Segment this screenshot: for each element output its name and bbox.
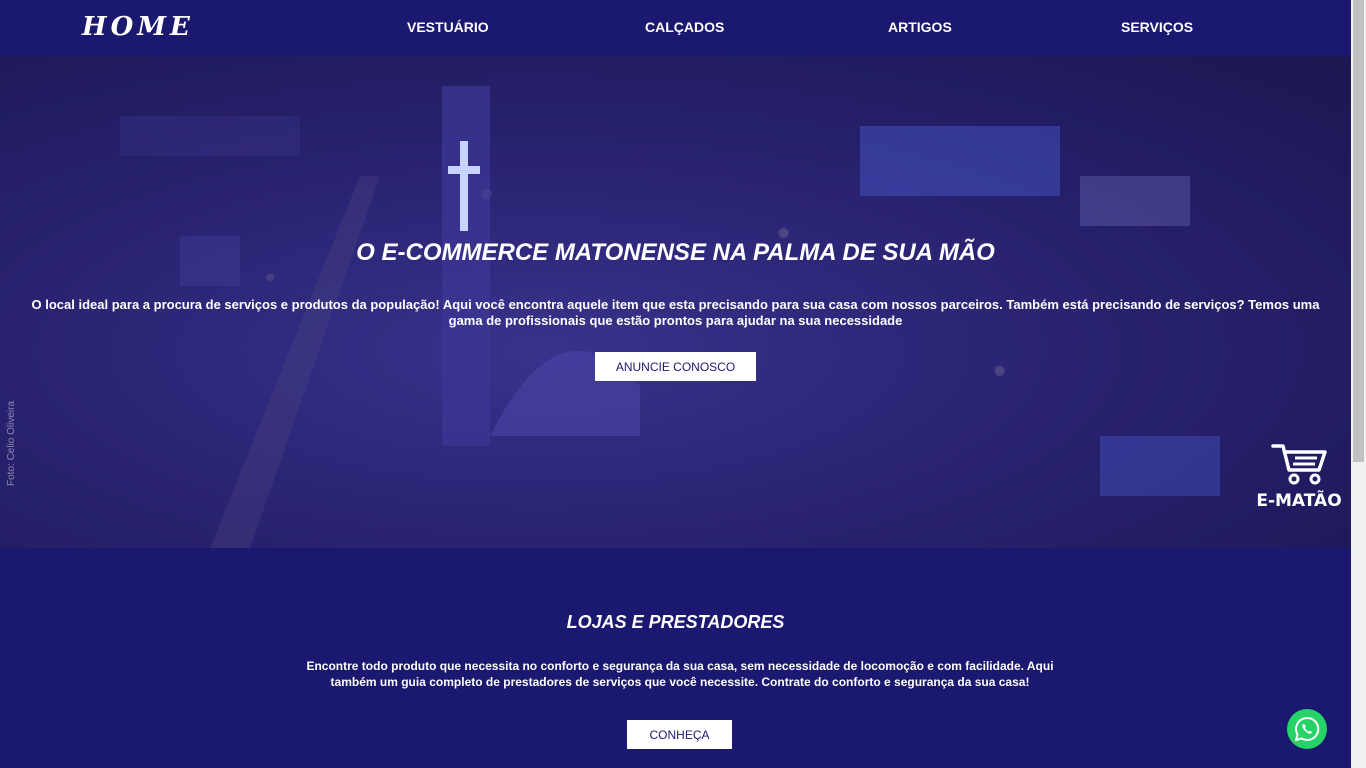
hero-description: O local ideal para a procura de serviços… xyxy=(31,297,1320,328)
shopping-cart-icon xyxy=(1271,444,1327,485)
logo-text: E-MATÃO xyxy=(1256,491,1342,511)
scrollbar-thumb[interactable] xyxy=(1353,0,1364,462)
anuncie-conosco-button[interactable]: ANUNCIE CONOSCO xyxy=(595,352,756,381)
conheca-button[interactable]: CONHEÇA xyxy=(627,720,732,749)
navbar: HOME VESTUÁRIO CALÇADOS ARTIGOS SERVIÇOS xyxy=(0,0,1351,56)
whatsapp-button[interactable] xyxy=(1287,709,1327,749)
hero-title: O E-COMMERCE MATONENSE NA PALMA DE SUA M… xyxy=(356,239,995,266)
nav-link-servicos[interactable]: SERVIÇOS xyxy=(1121,19,1193,35)
nav-link-artigos[interactable]: ARTIGOS xyxy=(888,19,952,35)
hero-banner: O E-COMMERCE MATONENSE NA PALMA DE SUA M… xyxy=(0,56,1351,548)
e-matao-logo: E-MATÃO xyxy=(1256,440,1342,511)
nav-link-calcados[interactable]: CALÇADOS xyxy=(645,19,724,35)
vertical-scrollbar[interactable] xyxy=(1351,0,1366,768)
section-title: LOJAS E PRESTADORES xyxy=(566,612,785,632)
lojas-prestadores-section: LOJAS E PRESTADORES Encontre todo produt… xyxy=(0,548,1351,768)
photo-credit: Foto: Celio Oliveira xyxy=(6,400,17,486)
nav-link-vestuario[interactable]: VESTUÁRIO xyxy=(407,19,489,35)
section-description: Encontre todo produto que necessita no c… xyxy=(306,659,1054,689)
home-link[interactable]: HOME xyxy=(82,12,194,42)
whatsapp-icon xyxy=(1294,716,1320,742)
